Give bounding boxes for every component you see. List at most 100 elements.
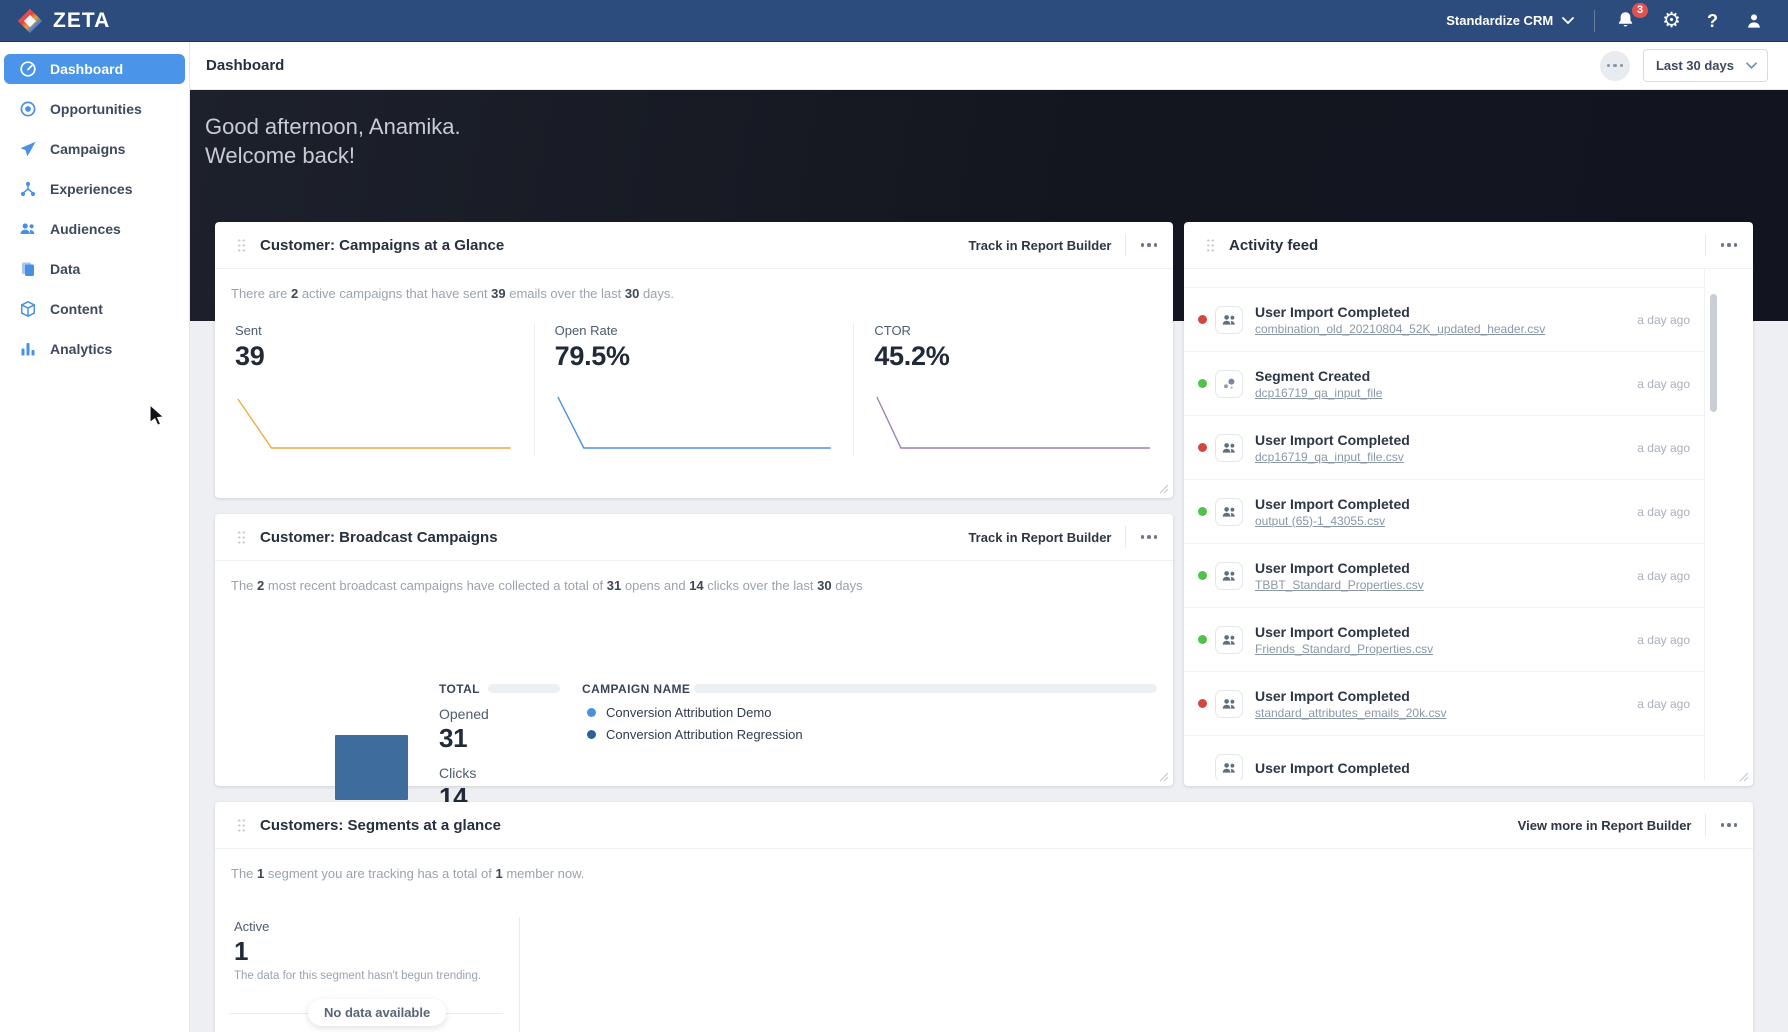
paper-plane-icon [19,140,37,158]
status-dot [1198,763,1207,772]
sidebar-item-dashboard[interactable]: Dashboard [4,54,185,84]
stat-open-rate: Open Rate 79.5% [533,323,854,456]
sidebar-label: Data [50,261,81,277]
sidebar-item-analytics[interactable]: Analytics [4,334,185,364]
card-menu-button[interactable] [1139,531,1160,543]
resize-handle[interactable] [1159,484,1169,494]
broadcast-campaigns-card: Customer: Broadcast Campaigns Track in R… [215,514,1173,812]
sidebar-item-data[interactable]: Data [4,254,185,284]
main-content: Good afternoon, Anamika. Welcome back! C… [190,90,1788,1032]
page-title: Dashboard [206,57,285,74]
app: ZETA Standardize CRM 3 ⚙ ? Dashboard Opp… [0,0,1788,1032]
feed-item-link[interactable]: output (65)-1_43055.csv [1255,514,1410,528]
feed-item-link[interactable]: Friends_Standard_Properties.csv [1255,642,1433,656]
open-rate-sparkline [556,396,831,449]
chevron-down-icon [1562,17,1575,24]
profile-button[interactable] [1744,11,1764,31]
sidebar-item-content[interactable]: Content [4,294,185,324]
settings-button[interactable]: ⚙ [1662,10,1681,31]
notification-badge: 3 [1632,3,1649,18]
resize-handle[interactable] [1159,772,1169,782]
feed-item-link[interactable]: dcp16719_qa_input_file.csv [1255,450,1410,464]
segment-icon [1224,378,1235,389]
status-dot [1198,379,1207,388]
status-dot [1198,507,1207,516]
gauge-icon [19,60,37,78]
header-divider [1124,526,1126,548]
ellipsis-icon [1140,535,1157,539]
trend-note: The data for this segment hasn't begun t… [234,970,482,982]
feed-item-icon [1215,369,1243,398]
sent-sparkline [237,398,511,449]
sidebar: Dashboard Opportunities Campaigns Experi… [0,42,190,1032]
feed-item-icon [1215,433,1243,462]
ellipsis-icon [1606,63,1624,68]
track-report-builder-link[interactable]: Track in Report Builder [968,530,1111,545]
drag-handle-icon[interactable] [237,237,246,253]
target-icon [19,100,37,118]
sidebar-item-campaigns[interactable]: Campaigns [4,134,185,164]
activity-feed-row: User Import Completed standard_attribute… [1184,671,1704,735]
no-data-badge: No data available [308,999,447,1026]
scrollbar-thumb[interactable] [1710,294,1717,412]
activity-feed-list: User Import Completed combination_old_20… [1184,269,1705,780]
help-button[interactable]: ? [1707,12,1718,30]
card-menu-button[interactable] [1719,239,1740,251]
feed-item-time: a day ago [1637,568,1690,583]
users-icon [1222,442,1235,453]
campaign-column-header: CAMPAIGN NAME [582,682,691,696]
card-summary: There are 2 active campaigns that have s… [231,286,675,301]
feed-item-link[interactable]: TBBT_Standard_Properties.csv [1255,578,1424,592]
card-menu-button[interactable] [1139,239,1160,251]
question-mark-icon: ? [1707,10,1718,31]
header-divider [1124,234,1126,256]
drag-handle-icon[interactable] [237,529,246,545]
activity-feed-card: Activity feed User Import Completed comb… [1184,222,1753,786]
sidebar-item-opportunities[interactable]: Opportunities [4,94,185,124]
active-label: Active [234,919,270,934]
feed-item-title: User Import Completed [1255,559,1410,576]
legend-item: Conversion Attribution Demo [587,705,771,720]
card-title: Customer: Campaigns at a Glance [260,236,505,254]
card-summary: The 1 segment you are tracking has a tot… [231,866,585,881]
feed-item-link[interactable]: combination_old_20210804_52K_updated_hea… [1255,322,1545,336]
feed-item-time: a day ago [1637,312,1690,327]
users-icon [1222,698,1235,709]
users-icon [1222,506,1235,517]
activity-feed-row: User Import Completed [1184,735,1704,780]
activity-feed-row: User Import Completed dcp16719_qa_input_… [1184,415,1704,479]
sidebar-item-experiences[interactable]: Experiences [4,174,185,204]
bar-chart-icon [19,340,37,358]
track-report-builder-link[interactable]: Track in Report Builder [968,238,1111,253]
header-divider [1704,814,1706,836]
feed-item-link[interactable]: standard_attributes_emails_20k.csv [1255,706,1446,720]
users-icon [1222,314,1235,325]
status-dot [1198,699,1207,708]
feed-item-title: User Import Completed [1255,495,1410,512]
segments-glance-card: Customers: Segments at a glance View mor… [215,802,1753,1032]
notifications-button[interactable]: 3 [1615,3,1649,31]
legend-item: Conversion Attribution Regression [587,727,803,742]
broadcast-chart: TOTAL Opened 31 Clicks 14 CAMPAIGN NAME … [215,593,1173,817]
zeta-logo: ZETA [16,7,110,35]
brand-name: ZETA [53,8,111,32]
active-value: 1 [234,936,249,966]
sidebar-item-audiences[interactable]: Audiences [4,214,185,244]
drag-handle-icon[interactable] [1206,237,1215,253]
users-icon [1222,570,1235,581]
page-more-button[interactable] [1599,50,1630,81]
resize-handle[interactable] [1739,772,1749,782]
legend-dot [587,708,596,717]
drag-handle-icon[interactable] [237,817,246,833]
card-title: Activity feed [1229,236,1319,254]
sidebar-label: Analytics [50,341,113,357]
ctor-sparkline [876,396,1151,449]
feed-item-link[interactable]: dcp16719_qa_input_file [1255,386,1382,400]
feed-item-title: Segment Created [1255,367,1371,384]
workspace-selector[interactable]: Standardize CRM [1446,13,1575,28]
view-more-report-builder-link[interactable]: View more in Report Builder [1518,818,1692,833]
gear-icon: ⚙ [1662,8,1681,32]
card-menu-button[interactable] [1719,819,1740,831]
date-range-dropdown[interactable]: Last 30 days [1642,49,1768,82]
sidebar-label: Campaigns [50,141,126,157]
